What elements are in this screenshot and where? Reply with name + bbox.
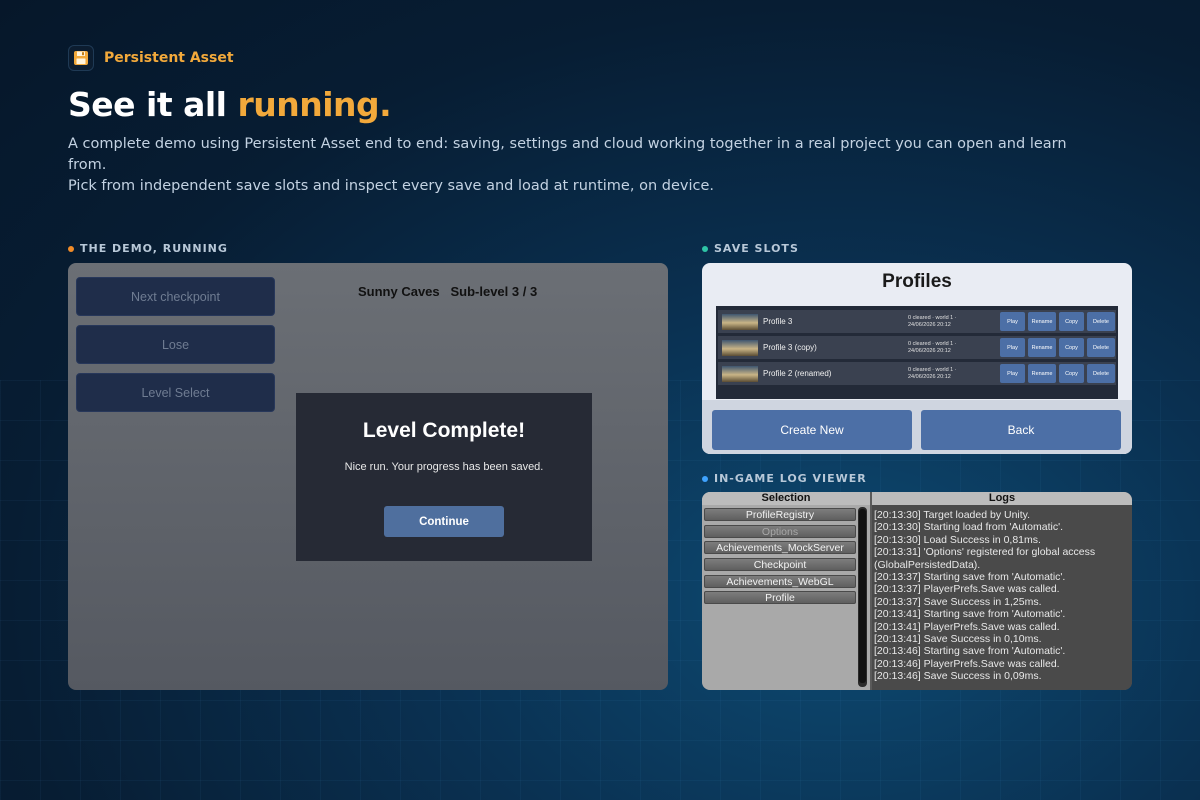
section-label-demo-text: THE DEMO, RUNNING (80, 242, 228, 255)
level-title: Sunny Caves Sub-level 3 / 3 (358, 284, 538, 299)
page-subtitle: A complete demo using Persistent Asset e… (68, 134, 1068, 197)
profile-row: Profile 2 (renamed) 0 cleared · world 1 … (718, 362, 1116, 385)
orange-dot-icon (68, 245, 74, 252)
selection-item[interactable]: Options (704, 525, 856, 538)
log-line: [20:13:30] Target loaded by Unity. (874, 509, 1031, 521)
teal-dot-icon (702, 245, 708, 252)
copy-button[interactable]: Copy (1059, 312, 1084, 331)
profile-meta-date: 24/06/2026 20:12 (908, 373, 951, 380)
log-line: [20:13:46] PlayerPrefs.Save was called. (874, 657, 1060, 670)
profile-meta: 0 cleared · world 1 · 24/06/2026 20:12 (908, 315, 988, 329)
log-line: [20:13:30] Starting load from 'Automatic… (874, 521, 1064, 534)
log-line: [20:13:37] PlayerPrefs.Save was called. (874, 583, 1060, 596)
profile-meta-stats: 0 cleared · world 1 · (908, 340, 957, 347)
level-complete-dialog: Level Complete! Nice run. Your progress … (296, 393, 592, 561)
log-line: [20:13:31] 'Options' registered for glob… (874, 546, 1096, 559)
profile-name: Profile 3 (763, 317, 793, 326)
log-line: [20:13:30] Load Success in 0,81ms. (874, 533, 1041, 546)
profile-row: Profile 3 (copy) 0 cleared · world 1 · 24… (718, 336, 1116, 359)
copy-button[interactable]: Copy (1059, 338, 1084, 357)
selection-scrollbar[interactable] (858, 507, 867, 687)
headline-accent: running. (237, 85, 392, 124)
subtitle-line-2: Pick from independent save slots and ins… (68, 178, 714, 194)
delete-button[interactable]: Delete (1087, 338, 1115, 357)
brand-name: Persistent Asset (104, 50, 234, 66)
profile-name: Profile 3 (copy) (763, 343, 817, 352)
section-label-logs: IN-GAME LOG VIEWER (702, 472, 867, 485)
selection-item[interactable]: Profile (704, 591, 856, 604)
rename-button[interactable]: Rename (1028, 338, 1056, 357)
dialog-title: Level Complete! (362, 419, 526, 442)
profile-meta-date: 24/06/2026 20:12 (908, 321, 951, 328)
headline-main: See it all (68, 85, 238, 124)
save-slots-panel: Profiles Profile 3 0 cleared · world 1 ·… (702, 263, 1132, 454)
profile-name: Profile 2 (renamed) (763, 369, 832, 378)
profile-meta-stats: 0 cleared · world 1 · (908, 314, 957, 321)
log-line: (GlobalPersistedData). (874, 558, 981, 571)
section-label-slots-text: SAVE SLOTS (714, 242, 799, 255)
profile-row: Profile 3 0 cleared · world 1 · 24/06/202… (718, 310, 1116, 333)
play-button[interactable]: Play (1000, 312, 1025, 331)
profiles-title: Profiles (882, 271, 952, 292)
blue-dot-icon (702, 475, 708, 482)
create-new-button[interactable]: Create New (712, 410, 912, 450)
lose-button[interactable]: Lose (76, 325, 275, 364)
selection-header: Selection (702, 492, 870, 505)
log-line: [20:13:37] Starting save from 'Automatic… (874, 571, 1066, 584)
log-line: [20:13:37] Save Success in 1,25ms. (874, 595, 1042, 608)
log-viewer-panel: Selection ProfileRegistry Options Achiev… (702, 492, 1132, 690)
play-button[interactable]: Play (1000, 364, 1025, 383)
selection-item[interactable]: Checkpoint (704, 558, 856, 571)
logs-column: Logs [20:13:30] Target loaded by Unity. … (872, 492, 1132, 690)
section-label-demo: THE DEMO, RUNNING (68, 242, 228, 255)
floppy-disk-icon (68, 45, 94, 71)
delete-button[interactable]: Delete (1087, 312, 1115, 331)
selection-item[interactable]: Achievements_WebGL (704, 575, 856, 588)
back-button[interactable]: Back (921, 410, 1121, 450)
demo-game-view: Next checkpoint Lose Level Select Sunny … (68, 263, 668, 690)
subtitle-line-1: A complete demo using Persistent Asset e… (68, 136, 1067, 173)
profile-list: Profile 3 0 cleared · world 1 · 24/06/202… (716, 306, 1118, 399)
selection-item[interactable]: Achievements_MockServer (704, 541, 856, 554)
rename-button[interactable]: Rename (1028, 312, 1056, 331)
profile-meta-date: 24/06/2026 20:12 (908, 347, 951, 354)
play-button[interactable]: Play (1000, 338, 1025, 357)
profile-thumbnail (722, 339, 758, 356)
log-line: [20:13:41] Save Success in 0,10ms. (874, 633, 1042, 646)
scrollbar-thumb[interactable] (859, 509, 866, 683)
log-line: [20:13:46] Save Success in 0,09ms. (874, 670, 1042, 683)
profile-thumbnail (722, 313, 758, 330)
log-output: [20:13:30] Target loaded by Unity. [20:1… (874, 509, 1095, 683)
section-label-slots: SAVE SLOTS (702, 242, 799, 255)
next-checkpoint-button[interactable]: Next checkpoint (76, 277, 275, 316)
copy-button[interactable]: Copy (1059, 364, 1084, 383)
brand: Persistent Asset (68, 45, 234, 71)
selection-item[interactable]: ProfileRegistry (704, 508, 856, 521)
rename-button[interactable]: Rename (1028, 364, 1056, 383)
log-line: [20:13:41] Starting save from 'Automatic… (874, 608, 1066, 621)
continue-button[interactable]: Continue (384, 506, 504, 537)
profile-meta: 0 cleared · world 1 · 24/06/2026 20:12 (908, 367, 988, 381)
logs-header: Logs (872, 492, 1132, 505)
page-title: See it all running. (68, 85, 392, 124)
profile-meta-stats: 0 cleared · world 1 · (908, 366, 957, 373)
selection-column: Selection ProfileRegistry Options Achiev… (702, 492, 870, 690)
log-line: [20:13:46] Starting save from 'Automatic… (874, 645, 1066, 658)
delete-button[interactable]: Delete (1087, 364, 1115, 383)
profile-thumbnail (722, 365, 758, 382)
dialog-message: Nice run. Your progress has been saved. (344, 461, 544, 473)
level-select-button[interactable]: Level Select (76, 373, 275, 412)
section-label-logs-text: IN-GAME LOG VIEWER (714, 472, 867, 485)
log-line: [20:13:41] PlayerPrefs.Save was called. (874, 620, 1060, 633)
profile-meta: 0 cleared · world 1 · 24/06/2026 20:12 (908, 341, 988, 355)
